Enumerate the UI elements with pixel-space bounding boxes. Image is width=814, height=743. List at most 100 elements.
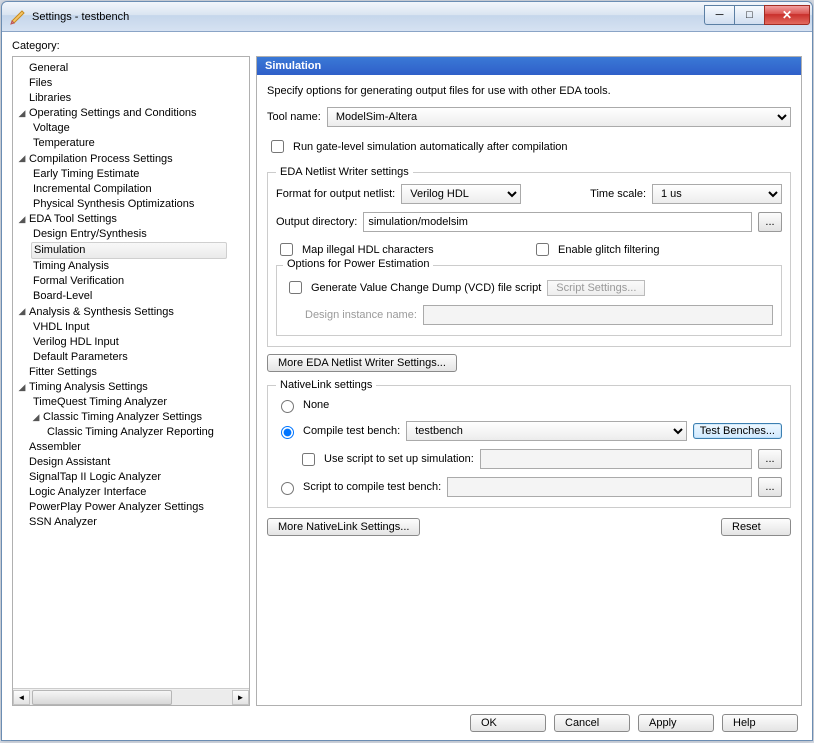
timescale-label: Time scale:	[590, 188, 646, 200]
tree-assembler[interactable]: Assembler	[27, 441, 83, 453]
tree-voltage[interactable]: Voltage	[31, 122, 72, 134]
map-illegal-checkbox[interactable]	[280, 243, 293, 256]
tree-timing-analysis[interactable]: Timing Analysis	[31, 260, 111, 272]
ok-button[interactable]: OK	[470, 714, 546, 732]
generate-vcd-checkbox[interactable]	[289, 281, 302, 294]
scroll-thumb[interactable]	[32, 690, 172, 705]
minimize-button[interactable]: ─	[704, 5, 734, 25]
script-compile-input	[447, 477, 752, 497]
app-icon	[10, 9, 26, 25]
maximize-button[interactable]: □	[734, 5, 764, 25]
tree-classic-timing[interactable]: Classic Timing Analyzer Settings	[41, 411, 204, 423]
window-controls: ─ □ ✕	[704, 9, 810, 25]
tree-temperature[interactable]: Temperature	[31, 137, 97, 149]
map-illegal-label: Map illegal HDL characters	[302, 244, 434, 256]
tree-design-entry[interactable]: Design Entry/Synthesis	[31, 228, 149, 240]
run-gate-level-label: Run gate-level simulation automatically …	[293, 141, 568, 153]
more-nativelink-button[interactable]: More NativeLink Settings...	[267, 518, 420, 536]
radio-script-label: Script to compile test bench:	[303, 481, 441, 493]
tree-expand-icon[interactable]: ◢	[17, 304, 27, 319]
tree-expand-icon[interactable]: ◢	[17, 212, 27, 227]
tree-analysis-synth[interactable]: Analysis & Synthesis Settings	[27, 306, 176, 318]
script-compile-browse-button[interactable]: ...	[758, 477, 782, 497]
tree-verilog-input[interactable]: Verilog HDL Input	[31, 336, 121, 348]
timescale-select[interactable]: 1 us	[652, 184, 782, 204]
power-estimation-legend: Options for Power Estimation	[283, 258, 433, 270]
run-gate-level-checkbox[interactable]	[271, 140, 284, 153]
category-label: Category:	[12, 40, 802, 52]
tree-fitter[interactable]: Fitter Settings	[27, 366, 99, 378]
use-script-browse-button[interactable]: ...	[758, 449, 782, 469]
tree-simulation[interactable]: Simulation	[31, 242, 227, 259]
content-area: Category: General Files Libraries ◢Opera…	[2, 32, 812, 740]
tree-formal-verification[interactable]: Formal Verification	[31, 275, 126, 287]
reset-button[interactable]: Reset	[721, 518, 791, 536]
tree-compilation[interactable]: Compilation Process Settings	[27, 153, 175, 165]
tree-vhdl-input[interactable]: VHDL Input	[31, 321, 91, 333]
titlebar[interactable]: Settings - testbench ─ □ ✕	[2, 2, 812, 32]
tree-ssn[interactable]: SSN Analyzer	[27, 516, 99, 528]
tree-expand-icon[interactable]: ◢	[31, 410, 41, 425]
tree-board-level[interactable]: Board-Level	[31, 290, 94, 302]
radio-script-compile[interactable]	[281, 482, 294, 495]
pane-title: Simulation	[257, 57, 801, 75]
radio-none-label: None	[303, 399, 329, 411]
script-settings-button[interactable]: Script Settings...	[547, 280, 645, 296]
tree-files[interactable]: Files	[27, 77, 54, 89]
dialog-buttons: OK Cancel Apply Help	[12, 706, 802, 732]
use-script-checkbox[interactable]	[302, 453, 315, 466]
settings-window: Settings - testbench ─ □ ✕ Category: Gen…	[1, 1, 813, 741]
testbench-select[interactable]: testbench	[406, 421, 687, 441]
apply-button[interactable]: Apply	[638, 714, 714, 732]
tree-horizontal-scrollbar[interactable]: ◄ ►	[13, 688, 249, 705]
generate-vcd-label: Generate Value Change Dump (VCD) file sc…	[311, 282, 541, 294]
tree-design-assistant[interactable]: Design Assistant	[27, 456, 112, 468]
output-dir-input[interactable]	[363, 212, 752, 232]
design-instance-label: Design instance name:	[285, 309, 417, 321]
tree-libraries[interactable]: Libraries	[27, 92, 73, 104]
output-dir-label: Output directory:	[276, 216, 357, 228]
pane-description: Specify options for generating output fi…	[267, 85, 791, 97]
tree-logic-analyzer[interactable]: Logic Analyzer Interface	[27, 486, 148, 498]
radio-compile-label: Compile test bench:	[303, 425, 400, 437]
output-dir-browse-button[interactable]: ...	[758, 212, 782, 232]
tree-physical-synth[interactable]: Physical Synthesis Optimizations	[31, 198, 196, 210]
tree-eda-tool[interactable]: EDA Tool Settings	[27, 213, 119, 225]
cancel-button[interactable]: Cancel	[554, 714, 630, 732]
format-label: Format for output netlist:	[276, 188, 395, 200]
tree-classic-reporting[interactable]: Classic Timing Analyzer Reporting	[45, 426, 216, 438]
radio-none[interactable]	[281, 400, 294, 413]
tool-name-label: Tool name:	[267, 111, 321, 123]
eda-netlist-legend: EDA Netlist Writer settings	[276, 166, 413, 178]
tool-name-select[interactable]: ModelSim-Altera	[327, 107, 791, 127]
power-estimation-group: Options for Power Estimation Generate Va…	[276, 265, 782, 336]
enable-glitch-checkbox[interactable]	[536, 243, 549, 256]
category-tree-pane: General Files Libraries ◢Operating Setti…	[12, 56, 250, 706]
radio-compile-testbench[interactable]	[281, 426, 294, 439]
help-button[interactable]: Help	[722, 714, 798, 732]
scroll-left-icon[interactable]: ◄	[13, 690, 30, 705]
tree-timing-settings[interactable]: Timing Analysis Settings	[27, 381, 150, 393]
eda-netlist-group: EDA Netlist Writer settings Format for o…	[267, 166, 791, 347]
tree-expand-icon[interactable]: ◢	[17, 106, 27, 121]
tree-signaltap[interactable]: SignalTap II Logic Analyzer	[27, 471, 163, 483]
format-select[interactable]: Verilog HDL	[401, 184, 521, 204]
tree-general[interactable]: General	[27, 62, 70, 74]
nativelink-legend: NativeLink settings	[276, 379, 376, 391]
test-benches-button[interactable]: Test Benches...	[693, 423, 782, 439]
window-title: Settings - testbench	[32, 11, 704, 23]
tree-expand-icon[interactable]: ◢	[17, 151, 27, 166]
category-tree[interactable]: General Files Libraries ◢Operating Setti…	[13, 57, 249, 688]
use-script-label: Use script to set up simulation:	[324, 453, 474, 465]
tree-default-params[interactable]: Default Parameters	[31, 351, 130, 363]
tree-incremental[interactable]: Incremental Compilation	[31, 183, 154, 195]
scroll-right-icon[interactable]: ►	[232, 690, 249, 705]
tree-timequest[interactable]: TimeQuest Timing Analyzer	[31, 396, 169, 408]
more-eda-settings-button[interactable]: More EDA Netlist Writer Settings...	[267, 354, 457, 372]
tree-expand-icon[interactable]: ◢	[17, 380, 27, 395]
tree-operating[interactable]: Operating Settings and Conditions	[27, 107, 199, 119]
use-script-input	[480, 449, 752, 469]
tree-early-timing[interactable]: Early Timing Estimate	[31, 168, 141, 180]
close-button[interactable]: ✕	[764, 5, 810, 25]
tree-powerplay[interactable]: PowerPlay Power Analyzer Settings	[27, 501, 206, 513]
